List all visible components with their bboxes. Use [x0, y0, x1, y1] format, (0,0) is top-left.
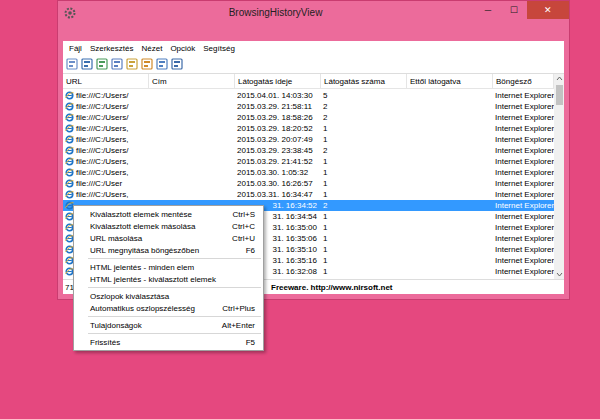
- maximize-button[interactable]: ☐: [501, 1, 527, 19]
- menu-separator: [88, 316, 261, 317]
- toolbar-button-icon[interactable]: [66, 58, 78, 70]
- menu-item[interactable]: Szerkesztés: [86, 44, 138, 53]
- context-menu-item[interactable]: Oszlopok kiválasztása: [74, 290, 263, 302]
- internet-explorer-icon: [65, 146, 74, 155]
- internet-explorer-icon: [65, 190, 74, 199]
- menu-item[interactable]: Segítség: [199, 44, 239, 53]
- context-menu-item[interactable]: URL másolásaCtrl+U: [74, 232, 263, 244]
- table-row[interactable]: file:///C:/Users,2015.03.31. 16:34:471In…: [63, 189, 554, 200]
- toolbar: [63, 55, 564, 74]
- close-button[interactable]: ✕: [527, 1, 569, 19]
- app-icon[interactable]: [64, 7, 76, 19]
- column-header[interactable]: Látogatás száma: [321, 74, 407, 88]
- column-header[interactable]: Böngésző: [493, 74, 554, 88]
- context-menu-item[interactable]: FrissítésF5: [74, 336, 263, 348]
- toolbar-button-icon[interactable]: [156, 58, 168, 70]
- vertical-scrollbar[interactable]: [554, 74, 564, 279]
- toolbar-button-icon[interactable]: [141, 58, 153, 70]
- table-row[interactable]: file:///C:/Users/2015.03.29. 21:58:112In…: [63, 101, 554, 112]
- internet-explorer-icon: [65, 113, 74, 122]
- context-menu-item[interactable]: TulajdonságokAlt+Enter: [74, 319, 263, 331]
- menu-item[interactable]: Nézet: [137, 44, 166, 53]
- scroll-down-icon[interactable]: [555, 270, 564, 279]
- internet-explorer-icon: [65, 168, 74, 177]
- context-menu-item[interactable]: HTML jelentés - kiválasztott elemek: [74, 273, 263, 285]
- menu-item[interactable]: Fájl: [65, 44, 86, 53]
- context-menu-item[interactable]: URL megnyitása böngészőbenF6: [74, 244, 263, 256]
- toolbar-button-icon[interactable]: [96, 58, 108, 70]
- table-row[interactable]: file:///C:/Users,2015.03.29. 21:41:521In…: [63, 156, 554, 167]
- title-bar: BrowsingHistoryView─☐✕: [58, 1, 569, 41]
- menu-bar: FájlSzerkesztésNézetOpciókSegítség: [63, 41, 564, 55]
- menu-separator: [88, 333, 261, 334]
- table-row[interactable]: file:///C:/Users/2015.03.29. 23:38:452In…: [63, 145, 554, 156]
- table-row[interactable]: file:///C:/Users,2015.03.29. 20:07:491In…: [63, 134, 554, 145]
- scroll-thumb[interactable]: [556, 85, 563, 105]
- table-header: URLCímLátogatás idejeLátogatás számaEttő…: [63, 74, 554, 89]
- toolbar-button-icon[interactable]: [171, 58, 183, 70]
- table-row[interactable]: file:///C:/Users,2015.03.30. 1:05:321Int…: [63, 167, 554, 178]
- table-row[interactable]: file:///C:/User2015.03.30. 16:26:571Inte…: [63, 178, 554, 189]
- table-row[interactable]: file:///C:/Users/2015.04.01. 14:03:305In…: [63, 90, 554, 101]
- toolbar-button-icon[interactable]: [81, 58, 93, 70]
- column-header[interactable]: Ettől látogatva: [407, 74, 493, 88]
- internet-explorer-icon: [65, 179, 74, 188]
- context-menu-item[interactable]: Automatikus oszlopszélességCtrl+Plus: [74, 302, 263, 314]
- context-menu: Kiválasztott elemek mentéseCtrl+SKiválas…: [73, 205, 264, 351]
- menu-item[interactable]: Opciók: [166, 44, 199, 53]
- internet-explorer-icon: [65, 157, 74, 166]
- window-controls: ─☐✕: [475, 1, 569, 19]
- context-menu-item[interactable]: HTML jelentés - minden elem: [74, 261, 263, 273]
- table-row[interactable]: file:///C:/Users,2015.03.29. 18:20:521In…: [63, 123, 554, 134]
- status-text: Freeware. http://www.nirsoft.net: [271, 283, 393, 292]
- column-header[interactable]: Cím: [149, 74, 235, 88]
- menu-separator: [88, 258, 261, 259]
- desktop: BrowsingHistoryView─☐✕FájlSzerkesztésNéz…: [0, 0, 600, 419]
- scroll-up-icon[interactable]: [555, 74, 564, 83]
- column-header[interactable]: URL: [63, 74, 149, 88]
- toolbar-button-icon[interactable]: [111, 58, 123, 70]
- context-menu-item[interactable]: Kiválasztott elemek másolásaCtrl+C: [74, 220, 263, 232]
- context-menu-item[interactable]: Kiválasztott elemek mentéseCtrl+S: [74, 208, 263, 220]
- window-title: BrowsingHistoryView: [76, 6, 475, 18]
- table-row[interactable]: file:///C:/Users/2015.03.29. 18:58:262In…: [63, 112, 554, 123]
- menu-separator: [88, 287, 261, 288]
- column-header[interactable]: Látogatás ideje: [235, 74, 321, 88]
- toolbar-button-icon[interactable]: [126, 58, 138, 70]
- internet-explorer-icon: [65, 135, 74, 144]
- internet-explorer-icon: [65, 102, 74, 111]
- minimize-button[interactable]: ─: [475, 1, 501, 19]
- internet-explorer-icon: [65, 91, 74, 100]
- internet-explorer-icon: [65, 124, 74, 133]
